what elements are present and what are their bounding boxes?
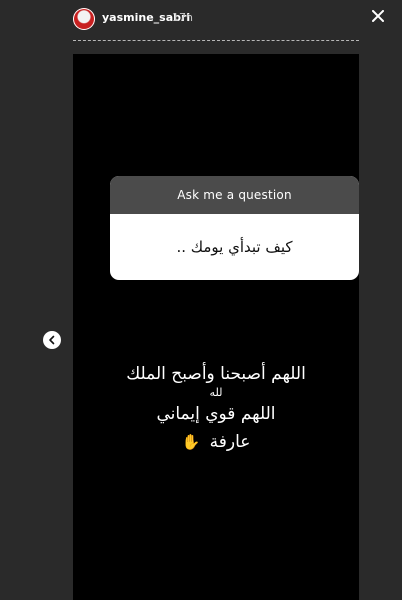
close-button[interactable] xyxy=(370,8,386,24)
close-icon xyxy=(372,10,384,22)
avatar[interactable] xyxy=(73,8,95,30)
question-sticker-answer: كيف تبدأي يومك .. xyxy=(176,238,293,256)
story-viewer: yasmine_sabri 17h Ask me a question كيف … xyxy=(0,0,402,600)
story-text-line: اللهم أصبحنا وأصبح الملك xyxy=(126,364,306,384)
story-text-line: لله xyxy=(209,386,223,399)
story-text-line: عارفة ✋ xyxy=(73,430,359,454)
previous-story-button[interactable] xyxy=(43,331,61,349)
question-sticker-body: كيف تبدأي يومك .. xyxy=(110,214,359,280)
story-progress-bar xyxy=(73,40,359,42)
question-sticker[interactable]: Ask me a question كيف تبدأي يومك .. xyxy=(110,176,359,280)
question-sticker-title: Ask me a question xyxy=(177,188,292,202)
story-text-overlay: اللهم أصبحنا وأصبح الملك لله اللهم قوي إ… xyxy=(73,362,359,454)
question-sticker-header: Ask me a question xyxy=(110,176,359,214)
story-text-word: عارفة xyxy=(209,432,251,452)
story-media[interactable] xyxy=(73,54,359,600)
chevron-left-icon xyxy=(49,335,55,345)
raised-hand-icon: ✋ xyxy=(181,433,201,451)
story-time: 17h xyxy=(172,11,193,24)
story-text-line: اللهم قوي إيماني xyxy=(156,404,276,424)
story-header: yasmine_sabri 17h xyxy=(0,0,402,42)
